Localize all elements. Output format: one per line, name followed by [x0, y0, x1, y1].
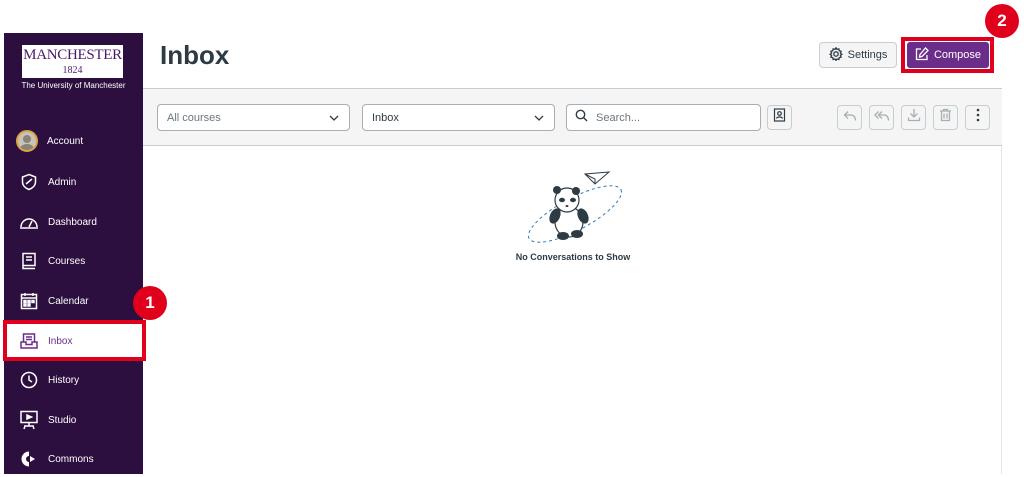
course-filter-value: All courses — [167, 111, 221, 124]
sidebar-item-label: History — [48, 374, 80, 386]
sidebar-item-courses[interactable]: Courses — [4, 243, 143, 279]
logo-name: MANCHESTER — [23, 47, 122, 63]
empty-state-message: No Conversations to Show — [515, 252, 631, 262]
sidebar-item-studio[interactable]: Studio — [4, 402, 143, 438]
settings-button[interactable]: Settings — [819, 42, 897, 68]
search-field[interactable] — [566, 104, 761, 131]
gear-icon — [828, 46, 843, 64]
avatar — [16, 130, 38, 152]
kebab-menu-icon — [976, 108, 980, 127]
commons-icon — [18, 448, 40, 470]
clock-icon — [18, 369, 40, 391]
annotation-highlight-compose — [901, 37, 994, 73]
reply-icon — [843, 109, 857, 127]
reply-all-button[interactable] — [869, 105, 894, 130]
sidebar-item-label: Dashboard — [48, 216, 97, 228]
download-icon — [907, 108, 921, 127]
sidebar-item-label: Calendar — [48, 295, 89, 307]
mailbox-filter-select[interactable]: Inbox — [362, 104, 555, 131]
course-filter-select[interactable]: All courses — [157, 104, 350, 131]
delete-button[interactable] — [933, 105, 958, 130]
archive-button[interactable] — [901, 105, 926, 130]
sidebar-item-label: Commons — [48, 453, 94, 465]
sidebar-item-dashboard[interactable]: Dashboard — [4, 204, 143, 240]
annotation-badge-1: 1 — [133, 286, 167, 320]
address-book-icon — [773, 108, 786, 127]
book-icon — [18, 250, 40, 272]
chevron-down-icon — [328, 112, 340, 127]
reply-button[interactable] — [837, 105, 862, 130]
mailbox-filter-value: Inbox — [372, 111, 399, 124]
dashboard-icon — [18, 211, 40, 233]
address-book-button[interactable] — [767, 105, 792, 130]
sidebar-item-account[interactable]: Account — [4, 123, 143, 159]
search-input[interactable] — [594, 110, 744, 125]
global-nav-sidebar: MANCHESTER 1824 The University of Manche… — [4, 33, 143, 474]
sidebar-item-label: Studio — [48, 414, 77, 426]
annotation-badge-2: 2 — [985, 4, 1019, 38]
sidebar-item-commons[interactable]: Commons — [4, 441, 143, 477]
search-icon — [575, 109, 588, 127]
sidebar-item-calendar[interactable]: Calendar — [4, 283, 143, 319]
settings-button-label: Settings — [847, 49, 888, 61]
reply-all-icon — [873, 109, 890, 127]
page-title: Inbox — [160, 40, 230, 70]
logo-year: 1824 — [62, 65, 83, 76]
shield-icon — [18, 171, 40, 193]
chevron-down-icon — [533, 112, 545, 127]
studio-icon — [18, 409, 40, 431]
more-options-button[interactable] — [965, 105, 990, 130]
sidebar-item-history[interactable]: History — [4, 362, 143, 398]
panda-illustration-icon — [523, 170, 627, 251]
annotation-highlight-inbox — [3, 320, 146, 361]
inbox-toolbar: All courses Inbox — [143, 88, 1002, 146]
sidebar-item-label: Account — [47, 135, 84, 147]
calendar-icon — [18, 290, 40, 312]
logo-subtitle: The University of Manchester — [21, 81, 126, 90]
conversation-list: No Conversations to Show — [143, 146, 1002, 474]
sidebar-item-label: Courses — [48, 255, 86, 267]
sidebar-item-label: Admin — [48, 176, 77, 188]
trash-icon — [939, 108, 952, 127]
sidebar-item-admin[interactable]: Admin — [4, 164, 143, 200]
university-logo[interactable]: MANCHESTER 1824 — [22, 45, 123, 78]
